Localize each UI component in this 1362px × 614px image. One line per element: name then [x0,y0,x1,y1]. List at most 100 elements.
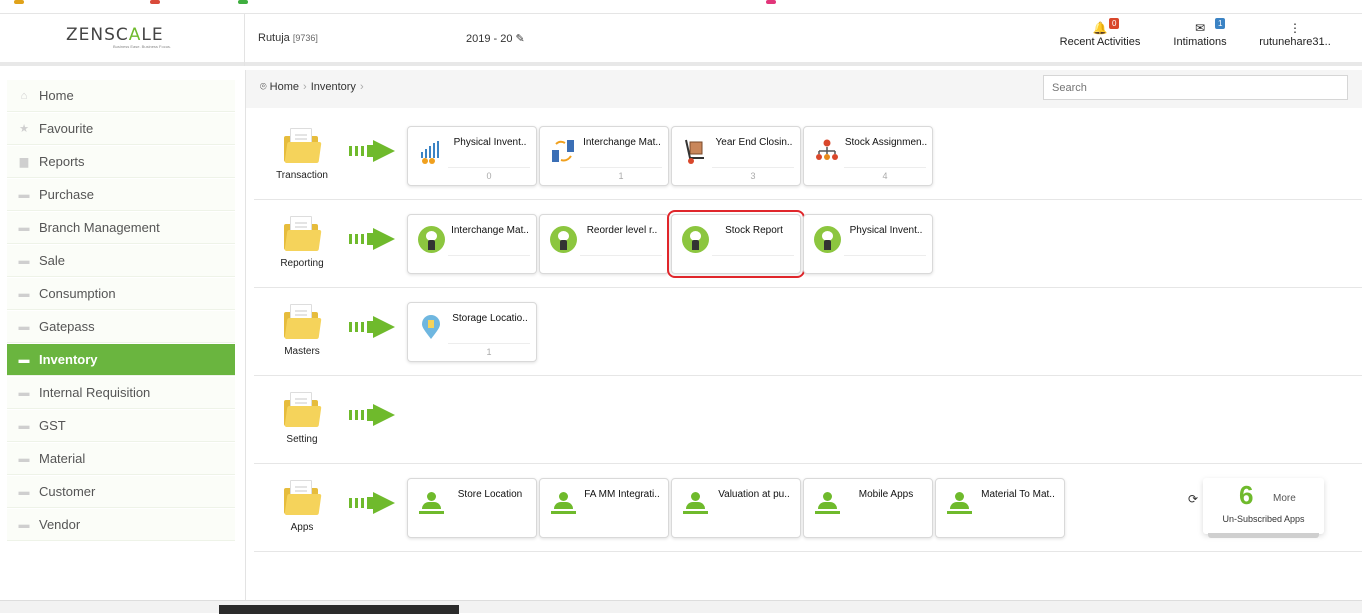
tile-title: FA MM Integrati.. [584,489,660,500]
recent-activities-button[interactable]: 🔔 0 Recent Activities [1057,18,1143,48]
recent-badge: 0 [1109,18,1120,29]
star-icon: ★ [19,123,29,135]
sidebar-item-consumption[interactable]: ▬ Consumption [7,278,235,310]
search-input[interactable] [1043,75,1348,100]
sidebar-item-purchase[interactable]: ▬ Purchase [7,179,235,211]
tile-title: Storage Locatio.. [452,313,528,324]
breadcrumb-bar: ⌾ Home › Inventory › [246,70,1362,108]
sidebar-item-vendor[interactable]: ▬ Vendor [7,509,235,541]
user-app-icon [682,490,709,517]
row-apps: Apps Store Location FA MM Integrati.. Va… [254,464,1362,552]
folder-icon[interactable] [284,392,322,428]
sidebar-item-favourite[interactable]: ★ Favourite [7,113,235,145]
bookmark-icon[interactable] [238,0,248,4]
account-label: rutunehare31.. [1259,36,1331,48]
row-label-apps: Apps [290,522,314,533]
sidebar-item-home[interactable]: ⌂ Home [7,80,235,112]
report-avatar-icon [682,226,709,253]
folder-icon: ▬ [18,387,30,399]
document-icon: ▆ [19,156,29,168]
arrow-icon [349,404,397,426]
browser-bookmark-strip [0,0,1362,14]
sidebar-item-gatepass[interactable]: ▬ Gatepass [7,311,235,343]
user-app-icon [550,490,577,517]
tile-count: 1 [618,171,624,181]
tile-stock-assignment[interactable]: Stock Assignmen.. 4 [803,126,933,186]
folder-icon: ▬ [18,453,30,465]
arrow-icon [349,228,397,250]
tile-reorder-level-report[interactable]: Reorder level r.. [539,214,669,274]
home-icon: ⌂ [20,90,28,102]
user-app-icon [946,490,973,517]
tile-year-end-closing[interactable]: Year End Closin.. 3 [671,126,801,186]
breadcrumb-inventory[interactable]: Inventory [311,81,356,93]
folder-icon: ▬ [18,420,30,432]
bookmark-icon[interactable] [766,0,776,4]
row-label-transaction: Transaction [276,170,328,181]
folder-icon: ▬ [18,288,30,300]
sidebar-item-inventory[interactable]: ▬ Inventory [7,344,235,376]
breadcrumb-separator: › [359,81,364,93]
tile-storage-location[interactable]: Storage Locatio.. 1 [407,302,537,362]
tile-app-fa-mm-integration[interactable]: FA MM Integrati.. [539,478,669,538]
folder-icon: ▬ [18,321,30,333]
tile-interchange-material[interactable]: Interchange Mat.. 1 [539,126,669,186]
sidebar-item-gst[interactable]: ▬ GST [7,410,235,442]
sidebar-item-branch-management[interactable]: ▬ Branch Management [7,212,235,244]
tile-app-valuation[interactable]: Valuation at pu.. [671,478,801,538]
folder-icon[interactable] [284,216,322,252]
tile-title: Stock Assignmen.. [844,137,928,148]
sidebar-item-customer[interactable]: ▬ Customer [7,476,235,508]
tile-interchange-material-report[interactable]: Interchange Mat.. [407,214,537,274]
os-taskbar [0,600,1362,614]
row-label-setting: Setting [286,434,318,445]
sidebar-item-reports[interactable]: ▆ Reports [7,146,235,178]
dashboard-icon: ⌾ [260,81,267,93]
folder-icon[interactable] [284,128,322,164]
folder-icon: ▬ [18,486,30,498]
tile-stock-report[interactable]: Stock Report [667,210,805,278]
tile-physical-inventory-report[interactable]: Physical Invent.. [803,214,933,274]
user-app-icon [814,490,841,517]
tile-count: 1 [486,347,492,357]
breadcrumb-home[interactable]: Home [270,81,299,93]
sidebar-item-internal-requisition[interactable]: ▬ Internal Requisition [7,377,235,409]
folder-icon[interactable] [284,304,322,340]
row-reporting: Reporting Interchange Mat.. Reorder leve… [254,200,1362,288]
logo-area[interactable]: ZENSCALE Business Ease. Business Focus. [0,14,245,66]
tile-title: Physical Invent.. [849,225,923,236]
bookmark-icon[interactable] [14,0,24,4]
edit-icon[interactable]: ✎ [516,33,525,45]
account-menu-button[interactable]: ⋮ rutunehare31.. [1255,20,1335,48]
refresh-icon[interactable]: ⟳ [1188,492,1198,506]
intimations-badge: 1 [1215,18,1226,29]
tile-title: Material To Mat.. [981,489,1055,500]
hand-truck-icon [685,139,704,164]
sidebar-item-sale[interactable]: ▬ Sale [7,245,235,277]
tile-title: Physical Invent.. [453,137,527,148]
more-apps-card[interactable]: 6 More Un-Subscribed Apps [1203,478,1324,538]
more-apps-count: 6 [1239,480,1254,510]
tile-count: 4 [882,171,888,181]
fiscal-year[interactable]: 2019 - 20 ✎ [466,32,525,45]
sidebar-item-material[interactable]: ▬ Material [7,443,235,475]
report-avatar-icon [418,226,445,253]
folder-icon: ▬ [18,519,30,531]
unsubscribed-apps-label: Un-Subscribed Apps [1222,514,1305,524]
row-setting: Setting [254,376,1362,464]
interchange-icon [552,140,574,162]
tile-app-mobile-apps[interactable]: Mobile Apps [803,478,933,538]
arrow-icon [349,492,397,514]
intimations-button[interactable]: ✉ 1 Intimations [1170,18,1230,48]
bookmark-icon[interactable] [150,0,160,4]
folder-icon: ▬ [18,189,30,201]
inventory-chart-icon [421,141,439,164]
tile-app-store-location[interactable]: Store Location [407,478,537,538]
tile-physical-inventory[interactable]: Physical Invent.. 0 [407,126,537,186]
hierarchy-icon [816,139,838,160]
arrow-icon [349,140,397,162]
sidebar: ⌂ Home ★ Favourite ▆ Reports ▬ Purchase ▬ Bra… [0,70,246,600]
tile-app-material-to-material[interactable]: Material To Mat.. [935,478,1065,538]
folder-icon[interactable] [284,480,322,516]
tile-title: Reorder level r.. [586,225,658,236]
